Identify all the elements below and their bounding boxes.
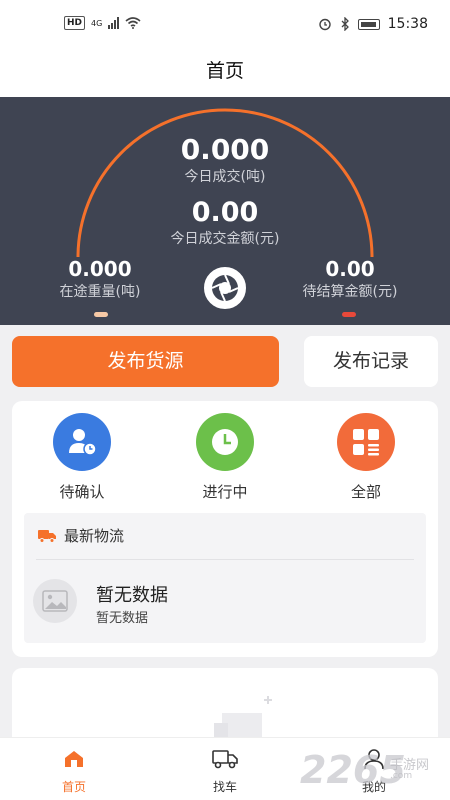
tab-home[interactable]: 首页 [34, 746, 114, 795]
watermark-domain: .com [390, 771, 413, 781]
quick-all[interactable]: 全部 [316, 413, 416, 502]
truck-icon [38, 529, 56, 543]
page-title-bar: 首页 [0, 50, 450, 97]
today-deals-stat: 0.000 今日成交(吨) [125, 133, 325, 186]
quick-pending[interactable]: 待确认 [32, 413, 132, 502]
truck-outline-icon [185, 746, 265, 772]
divider [36, 559, 414, 560]
tab-find-truck[interactable]: 找车 [185, 746, 265, 795]
tab-find-truck-label: 找车 [212, 780, 237, 794]
status-right: 15:38 [318, 16, 428, 32]
alarm-icon [318, 18, 331, 31]
dashboard-panel: 0.000 今日成交(吨) 0.00 今日成交金额(元) 0.000 在途重量(… [0, 97, 450, 325]
empty-content-card [12, 668, 438, 748]
today-deals-value: 0.000 [180, 133, 270, 166]
hd-badge: HD [64, 16, 86, 30]
quick-in-progress[interactable]: 进行中 [175, 413, 275, 502]
today-amount-stat: 0.00 今日成交金额(元) [125, 197, 325, 248]
indicator-left [94, 312, 108, 317]
image-placeholder-icon [33, 579, 77, 623]
quick-in-progress-label: 进行中 [202, 483, 248, 501]
bluetooth-icon [341, 17, 349, 31]
wifi-icon [125, 17, 141, 29]
today-deals-label: 今日成交(吨) [184, 169, 266, 185]
quick-pending-label: 待确认 [59, 483, 105, 501]
publish-cargo-button[interactable]: 发布货源 [12, 336, 279, 387]
tab-home-label: 首页 [61, 780, 86, 794]
app-logo-icon [204, 267, 246, 309]
latest-logistics-title: 最新物流 [64, 527, 125, 545]
in-transit-label: 在途重量(吨) [59, 284, 141, 300]
empty-state-title: 暂无数据 [96, 585, 168, 606]
latest-logistics-header: 最新物流 [38, 525, 124, 546]
status-left: HD 4G [64, 16, 141, 30]
status-bar: HD 4G 15:38 [0, 0, 450, 50]
pending-value: 0.00 [325, 257, 375, 281]
network-type: 4G [91, 18, 103, 28]
in-transit-value: 0.000 [68, 257, 132, 281]
publish-records-button[interactable]: 发布记录 [304, 336, 438, 387]
page-title: 首页 [205, 60, 244, 82]
indicator-right [342, 312, 356, 317]
user-clock-icon [53, 413, 111, 471]
quick-all-label: 全部 [350, 483, 381, 501]
empty-state-subtitle: 暂无数据 [96, 611, 149, 626]
app-page: HD 4G 15:38 首页 0.000 今日成交(吨) 0.00 今日成交金额… [0, 0, 450, 800]
latest-logistics-panel: 最新物流 暂无数据 暂无数据 [24, 513, 426, 643]
clock-time: 15:38 [387, 16, 428, 32]
today-amount-value: 0.00 [191, 197, 259, 228]
today-amount-label: 今日成交金额(元) [170, 231, 280, 247]
pending-stat: 0.00 待结算金额(元) [285, 257, 415, 301]
pending-label: 待结算金额(元) [302, 284, 398, 300]
grid-list-icon [337, 413, 395, 471]
battery-icon [357, 18, 380, 30]
status-card: 待确认 进行中 全部 最新物流 暂无数据 暂无数据 [12, 401, 438, 657]
home-icon [34, 746, 114, 772]
clock-icon [196, 413, 254, 471]
in-transit-stat: 0.000 在途重量(吨) [40, 257, 160, 301]
signal-icon [108, 17, 120, 29]
